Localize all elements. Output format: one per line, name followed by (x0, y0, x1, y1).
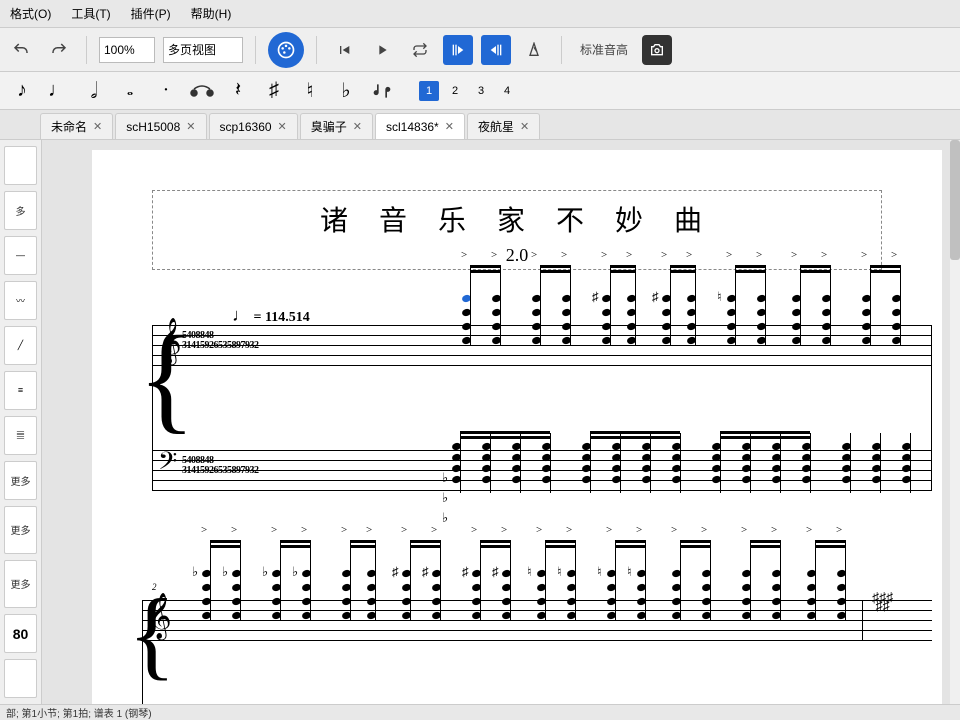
voice-4-button[interactable]: 4 (497, 81, 517, 101)
eighth-note-icon[interactable]: ♪ (6, 75, 38, 107)
status-text: 部; 第1小节; 第1拍; 谱表 1 (钢琴) (6, 705, 152, 720)
brace-icon: { (138, 325, 152, 431)
treble-staff[interactable]: 𝄞 5408848 31415926535897932 (152, 325, 932, 365)
close-icon[interactable]: ✕ (186, 120, 195, 133)
score-title[interactable]: 诸 音 乐 家 不 妙 曲 (153, 199, 881, 239)
status-bar: 部; 第1小节; 第1拍; 谱表 1 (钢琴) (0, 704, 960, 720)
palette-item[interactable]: 𝄚 (4, 416, 37, 455)
palette-item[interactable]: — (4, 236, 37, 275)
tab-untitled[interactable]: 未命名 ✕ (40, 113, 113, 139)
note-toolbar: ♪ ♩ 𝅗𝅥 𝅝 · 𝄽 ♯ ♮ ♭ 1 2 3 4 (0, 72, 960, 110)
palette-more[interactable]: 多 (4, 191, 37, 230)
time-signature[interactable]: 5408848 31415926535897932 (182, 456, 259, 476)
system-2: 2 { 𝄞 >♭>♭>♭>♭>>>♯>♯>♯>♯>♮>♮>♮>♮>>>>>> ♯… (142, 560, 932, 704)
tempo-note-icon: ♩ (232, 305, 250, 325)
palette-more[interactable]: 更多 (4, 461, 37, 500)
menu-plugins[interactable]: 插件(P) (125, 3, 177, 24)
voice-2-button[interactable]: 2 (445, 81, 465, 101)
treble-staff[interactable]: 𝄞 (142, 600, 932, 640)
brace-icon: { (128, 590, 142, 678)
separator (255, 36, 256, 64)
separator (86, 36, 87, 64)
main-toolbar: 标准音高 (0, 28, 960, 72)
tab-scl14836[interactable]: scl14836* ✕ (375, 113, 465, 139)
voice-3-button[interactable]: 3 (471, 81, 491, 101)
close-icon[interactable]: ✕ (93, 120, 102, 133)
menu-help[interactable]: 帮助(H) (185, 3, 238, 24)
flip-icon[interactable] (366, 75, 398, 107)
palette-item[interactable]: ≡ (4, 371, 37, 410)
score-view[interactable]: 诸 音 乐 家 不 妙 曲 2.0 ♩ = 114.514 { 𝄞 540884… (42, 140, 960, 704)
palette-item[interactable]: ╱ (4, 326, 37, 365)
vertical-scrollbar[interactable] (950, 140, 960, 704)
tab-label: scH15008 (126, 120, 180, 134)
close-icon[interactable]: ✕ (520, 120, 529, 133)
half-note-icon[interactable]: 𝅗𝅥 (78, 75, 110, 107)
time-signature[interactable]: 5408848 31415926535897932 (182, 331, 259, 351)
tempo-mark[interactable]: ♩ = 114.514 (232, 305, 310, 326)
zoom-select[interactable] (99, 37, 155, 63)
palette-sidebar: 多 — 〰 ╱ ≡ 𝄚 更多 更多 更多 80 (0, 140, 42, 704)
treble-clef-icon: 𝄞 (148, 592, 172, 639)
tab-sch15008[interactable]: scH15008 ✕ (115, 113, 206, 139)
redo-button[interactable] (44, 35, 74, 65)
tab-scp16360[interactable]: scp16360 ✕ (209, 113, 298, 139)
tab-label: 臭骗子 (311, 118, 347, 135)
close-icon[interactable]: ✕ (353, 120, 362, 133)
voice-1-button[interactable]: 1 (419, 81, 439, 101)
system-1: { 𝄞 5408848 31415926535897932 𝄢 5 (152, 325, 932, 535)
quarter-note-icon[interactable]: ♩ (42, 75, 74, 107)
tab-label: scl14836* (386, 120, 439, 134)
barline (931, 325, 932, 490)
tab-label: 夜航星 (478, 118, 514, 135)
bass-clef-icon: 𝄢 (158, 448, 177, 482)
tab-choupianzi[interactable]: 臭骗子 ✕ (300, 113, 373, 139)
tie-icon[interactable] (186, 75, 218, 107)
close-icon[interactable]: ✕ (278, 120, 287, 133)
palette-more[interactable]: 更多 (4, 506, 37, 554)
flat-icon[interactable]: ♭ (330, 75, 362, 107)
rest-icon[interactable]: 𝄽 (222, 75, 254, 107)
rewind-button[interactable] (329, 35, 359, 65)
menu-format[interactable]: 格式(O) (4, 3, 57, 24)
metronome-button[interactable] (519, 35, 549, 65)
palette-bpm[interactable]: 80 (4, 614, 37, 653)
score-subtitle[interactable]: 2.0 (153, 245, 881, 266)
loop-in-button[interactable] (443, 35, 473, 65)
tempo-value: = 114.514 (254, 310, 310, 325)
loop-out-button[interactable] (481, 35, 511, 65)
palette-item[interactable] (4, 146, 37, 185)
menubar: 格式(O) 工具(T) 插件(P) 帮助(H) (0, 0, 960, 28)
barline (862, 600, 863, 640)
palette-item[interactable] (4, 659, 37, 698)
tab-bar: 未命名 ✕ scH15008 ✕ scp16360 ✕ 臭骗子 ✕ scl14836* ✕… (0, 110, 960, 140)
concert-pitch-label[interactable]: 标准音高 (574, 41, 634, 58)
sharp-icon[interactable]: ♯ (258, 75, 290, 107)
whole-note-icon[interactable]: 𝅝 (114, 75, 146, 107)
scrollbar-thumb[interactable] (950, 140, 960, 260)
separator (316, 36, 317, 64)
score-page: 诸 音 乐 家 不 妙 曲 2.0 ♩ = 114.514 { 𝄞 540884… (92, 150, 942, 704)
treble-clef-icon: 𝄞 (158, 317, 182, 364)
tab-yehangxing[interactable]: 夜航星 ✕ (467, 113, 540, 139)
natural-icon[interactable]: ♮ (294, 75, 326, 107)
palette-toggle-icon[interactable] (268, 32, 304, 68)
snapshot-button[interactable] (642, 35, 672, 65)
palette-more[interactable]: 更多 (4, 560, 37, 608)
tab-label: scp16360 (220, 120, 272, 134)
loop-button[interactable] (405, 35, 435, 65)
play-button[interactable] (367, 35, 397, 65)
view-mode-select[interactable] (163, 37, 243, 63)
close-icon[interactable]: ✕ (445, 120, 454, 133)
separator (561, 36, 562, 64)
title-frame[interactable]: 诸 音 乐 家 不 妙 曲 2.0 (152, 190, 882, 270)
dot-icon[interactable]: · (150, 75, 182, 107)
menu-tools[interactable]: 工具(T) (65, 3, 116, 24)
palette-item[interactable]: 〰 (4, 281, 37, 320)
tab-label: 未命名 (51, 118, 87, 135)
undo-button[interactable] (6, 35, 36, 65)
